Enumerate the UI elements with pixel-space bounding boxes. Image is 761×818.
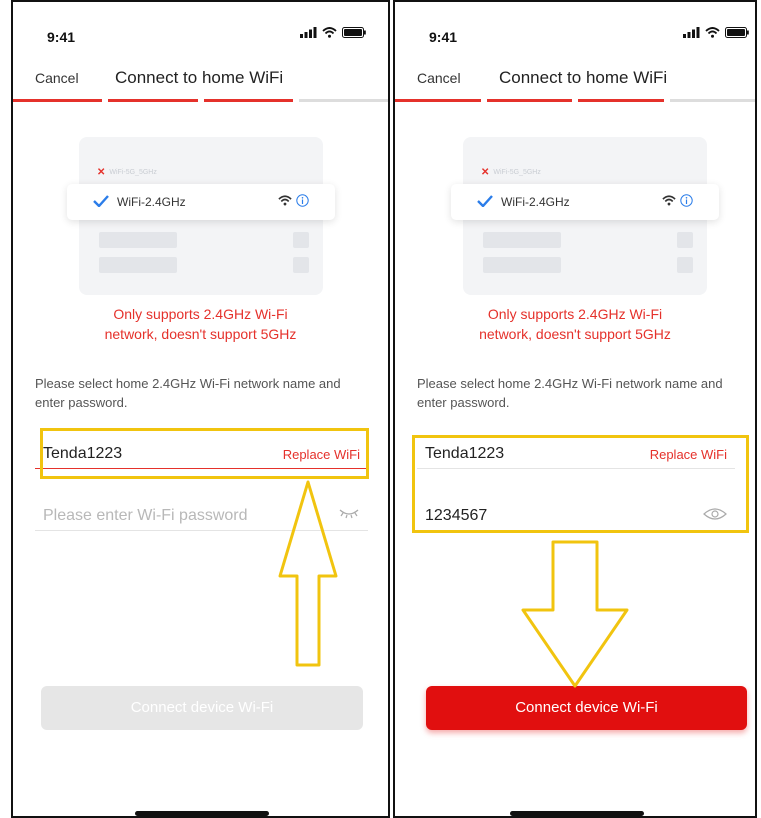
placeholder-bar [677,232,693,248]
status-time: 9:41 [429,29,458,45]
wifi-illustration: ✕ WiFi-5G_5GHz WiFi-2.4GHz [67,137,335,295]
placeholder-bar [483,232,561,248]
placeholder-bar [99,232,177,248]
network-icons [278,194,309,207]
status-bar: 9:41 [395,24,755,48]
status-time: 9:41 [47,29,76,45]
warning-line-2: network, doesn't support 5GHz [104,326,297,342]
progress-step-2 [486,99,572,102]
checkmark-icon [477,195,493,207]
cross-icon: ✕ [97,167,106,178]
network-icons [662,194,693,207]
progress-step-4 [298,99,388,102]
selected-network-card: WiFi-2.4GHz [67,184,335,220]
status-icons [683,27,749,38]
selected-network-name: WiFi-2.4GHz [117,195,186,209]
progress-step-2 [108,99,198,102]
page-title: Connect to home WiFi [115,68,284,87]
status-icons [300,27,366,38]
placeholder-bar [293,257,309,273]
selected-network-name: WiFi-2.4GHz [501,195,570,209]
wifi-status-icon [322,27,337,38]
battery-icon [725,27,749,38]
arrow-down-icon [521,540,629,688]
placeholder-bar [99,257,177,273]
wifi-signal-icon [278,195,292,206]
cancel-button[interactable]: Cancel [35,70,79,86]
connect-wifi-button[interactable]: Connect device Wi-Fi [426,686,747,730]
battery-icon [342,27,366,38]
placeholder-bar [677,257,693,273]
nav-bar: Cancel Connect to home WiFi [395,62,755,94]
checkmark-icon [93,195,109,207]
progress-step-1 [395,99,481,102]
home-indicator [135,811,269,816]
status-bar: 9:41 [13,24,388,48]
progress-bar [13,99,388,102]
cancel-button[interactable]: Cancel [417,70,461,86]
progress-bar [395,99,755,102]
instruction-text: Please select home 2.4GHz Wi-Fi network … [35,376,341,410]
selected-network-card: WiFi-2.4GHz [451,184,719,220]
rejected-network-name: WiFi-5G_5GHz [493,169,541,176]
warning-line-1: Only supports 2.4GHz Wi-Fi [487,306,663,322]
eye-closed-icon[interactable] [338,507,360,519]
band-warning: Only supports 2.4GHz Wi-Fi network, does… [13,304,388,344]
nav-bar: Cancel Connect to home WiFi [13,62,388,94]
home-indicator [510,811,644,816]
wifi-signal-icon [662,195,676,206]
rejected-network-row: ✕ WiFi-5G_5GHz [481,167,541,178]
instruction-text: Please select home 2.4GHz Wi-Fi network … [417,376,723,410]
signal-icon [300,27,317,38]
placeholder-bar [293,232,309,248]
progress-step-1 [13,99,103,102]
progress-step-4 [669,99,755,102]
form-highlight-box [412,435,749,533]
placeholder-bar [483,257,561,273]
wifi-status-icon [705,27,720,38]
warning-line-2: network, doesn't support 5GHz [479,326,671,342]
wifi-illustration: ✕ WiFi-5G_5GHz WiFi-2.4GHz [451,137,719,295]
rejected-network-name: WiFi-5G_5GHz [109,169,157,176]
arrow-up-icon [278,480,338,667]
info-icon [296,194,309,207]
connect-wifi-button[interactable]: Connect device Wi-Fi [41,686,363,730]
cross-icon: ✕ [481,167,490,178]
password-input[interactable]: Please enter Wi-Fi password [43,507,248,525]
progress-step-3 [203,99,293,102]
phone-screen-before: 9:41 Cancel Connect to home WiFi ✕ WiFi-… [11,0,390,818]
warning-line-1: Only supports 2.4GHz Wi-Fi [113,306,288,322]
info-icon [680,194,693,207]
ssid-highlight-box [40,428,369,479]
signal-icon [683,27,700,38]
phone-screen-after: 9:41 Cancel Connect to home WiFi ✕ WiFi-… [393,0,757,818]
page-title: Connect to home WiFi [499,68,668,87]
rejected-network-row: ✕ WiFi-5G_5GHz [97,167,157,178]
progress-step-3 [578,99,664,102]
band-warning: Only supports 2.4GHz Wi-Fi network, does… [395,304,755,344]
